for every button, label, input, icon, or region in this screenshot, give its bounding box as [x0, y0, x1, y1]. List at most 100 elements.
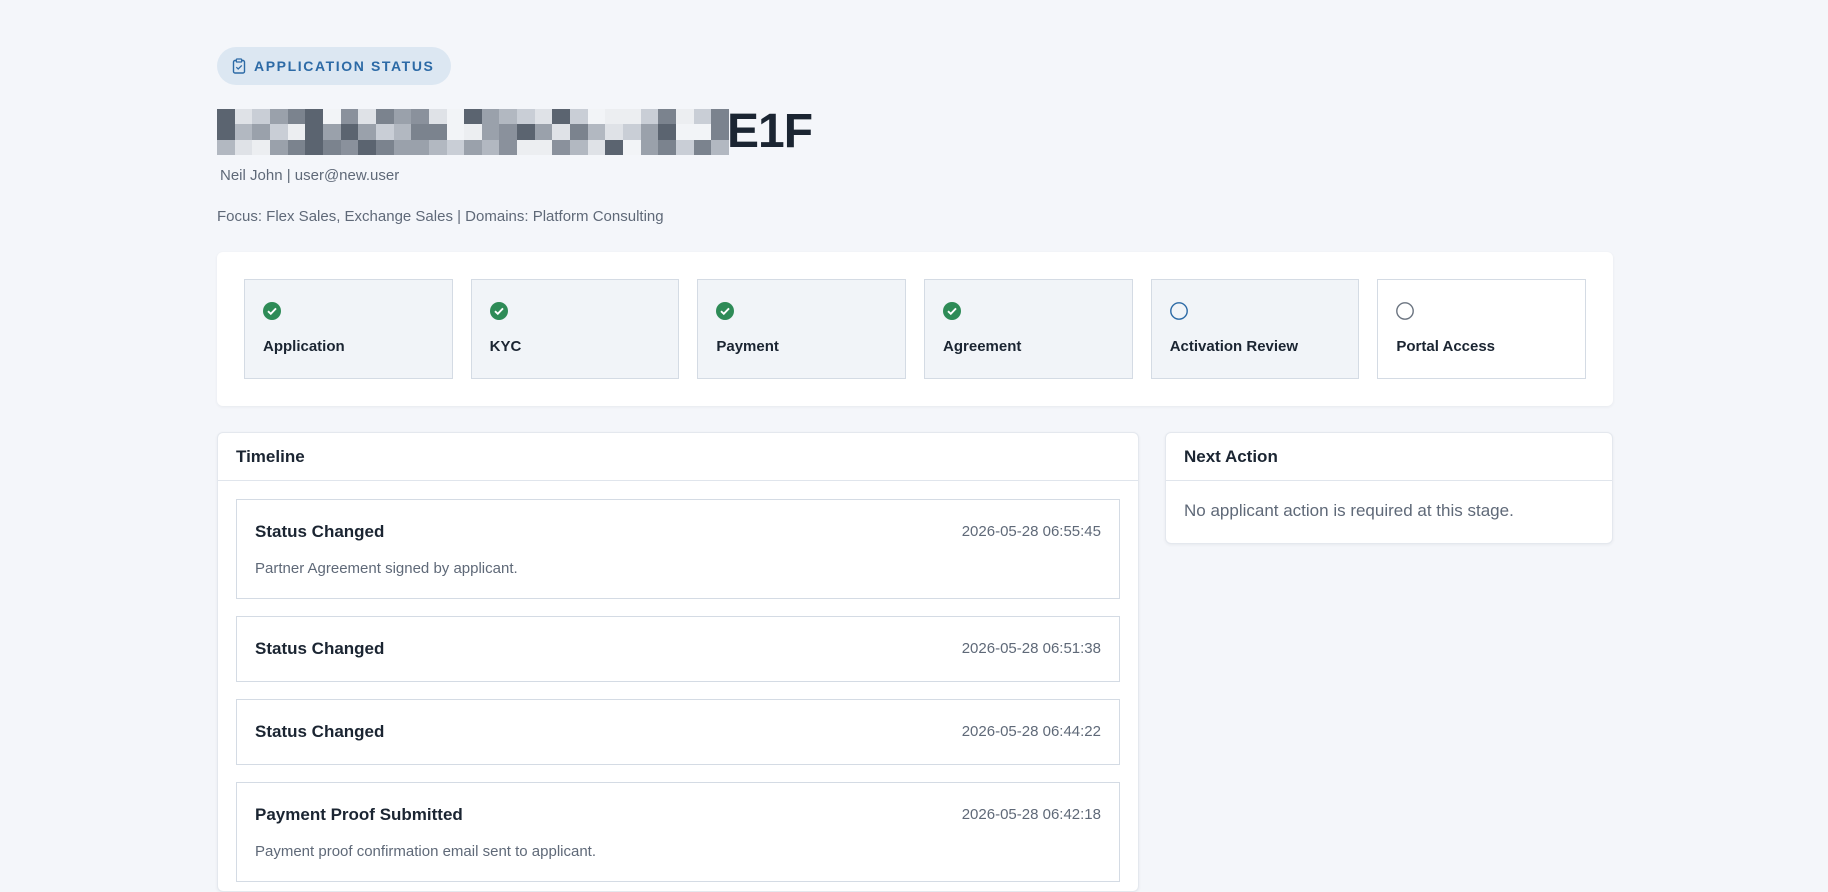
- redaction-pixel: [411, 109, 429, 125]
- page-title: E1F: [217, 105, 1613, 158]
- redaction-pixel: [605, 109, 624, 125]
- redaction-pixel: [570, 109, 588, 125]
- redaction-pixel: [393, 109, 412, 125]
- redaction-pixel: [305, 139, 323, 155]
- redaction-pixel: [693, 109, 712, 125]
- event-timestamp: 2026-05-28 06:55:45: [961, 523, 1101, 540]
- next-action-message: No applicant action is required at this …: [1184, 501, 1514, 520]
- redaction-pixel: [252, 124, 270, 140]
- circle-outline-icon: [1169, 302, 1188, 320]
- redaction-pixel: [393, 139, 412, 155]
- redaction-pixel: [640, 139, 659, 155]
- redaction-pixel: [269, 124, 288, 140]
- step-label: Portal Access: [1396, 338, 1496, 355]
- redaction-pixel: [481, 124, 500, 140]
- step-label: Agreement: [943, 338, 1022, 355]
- redaction-pixel: [287, 139, 306, 155]
- event-title: Status Changed: [255, 722, 385, 741]
- redaction-pixel: [693, 139, 712, 155]
- event-description: Partner Agreement signed by applicant.: [255, 560, 518, 577]
- redaction-pixel: [428, 109, 447, 125]
- redaction-pixel: [234, 139, 253, 155]
- progress-steps: Application KYC Payment Agreement Activation…: [217, 252, 1613, 406]
- badge-label: APPLICATION STATUS: [254, 58, 435, 74]
- event-title: Status Changed: [255, 522, 385, 541]
- timeline-event: Payment Proof Submitted 2026-05-28 06:42:…: [236, 782, 1120, 882]
- next-action-panel: Next Action No applicant action is requi…: [1165, 432, 1613, 544]
- redaction-pixel: [499, 139, 518, 155]
- redaction-pixel: [375, 109, 394, 125]
- redaction-pixel: [676, 124, 694, 140]
- redaction-pixel: [552, 109, 571, 125]
- redaction-pixel: [693, 124, 712, 140]
- redaction-pixel: [587, 109, 606, 125]
- redaction-pixel: [358, 139, 376, 155]
- check-circle-icon: [263, 302, 281, 320]
- clipboard-icon: [232, 58, 246, 74]
- step-application: Application: [244, 279, 453, 379]
- event-title: Payment Proof Submitted: [255, 805, 463, 824]
- event-timestamp: 2026-05-28 06:51:38: [961, 640, 1101, 657]
- event-description: Payment proof confirmation email sent to…: [255, 843, 597, 860]
- redaction-pixel: [287, 109, 306, 125]
- redaction-pixel: [340, 139, 359, 155]
- next-action-title: Next Action: [1166, 433, 1612, 481]
- redaction-pixel: [658, 139, 677, 155]
- redaction-pixel: [428, 139, 447, 155]
- redaction-pixel: [658, 109, 677, 125]
- redaction-pixel: [217, 124, 235, 140]
- redaction-pixel: [552, 124, 571, 140]
- redaction-pixel: [411, 124, 429, 140]
- redaction-pixel: [411, 139, 429, 155]
- redaction-pixel: [322, 124, 341, 140]
- circle-outline-icon: [1396, 302, 1415, 320]
- redaction-pixel: [605, 124, 624, 140]
- redaction-pixel: [517, 109, 535, 125]
- redaction-pixel: [605, 139, 624, 155]
- redaction-pixel: [358, 124, 376, 140]
- timeline-event: Status Changed 2026-05-28 06:55:45 Partner…: [236, 499, 1120, 599]
- redacted-title-block: [217, 109, 729, 155]
- check-circle-icon: [716, 302, 735, 320]
- redaction-pixel: [570, 139, 588, 155]
- redaction-pixel: [623, 124, 641, 140]
- redaction-pixel: [305, 124, 323, 140]
- title-suffix: E1F: [727, 105, 813, 158]
- application-status-badge: APPLICATION STATUS: [217, 47, 452, 85]
- redaction-pixel: [375, 139, 394, 155]
- redaction-pixel: [217, 109, 235, 125]
- redaction-pixel: [217, 139, 235, 155]
- redaction-pixel: [393, 124, 412, 140]
- step-payment: Payment: [697, 279, 907, 379]
- redaction-pixel: [322, 109, 341, 125]
- redaction-pixel: [340, 124, 359, 140]
- redaction-pixel: [252, 109, 270, 125]
- redaction-pixel: [658, 124, 677, 140]
- redaction-pixel: [269, 109, 288, 125]
- redaction-pixel: [269, 139, 288, 155]
- application-status-page: APPLICATION STATUS E1F Neil John | user@…: [217, 47, 1613, 892]
- timeline-list: Status Changed 2026-05-28 06:55:45 Partner…: [218, 481, 1138, 891]
- redaction-pixel: [640, 124, 659, 140]
- redaction-pixel: [517, 139, 535, 155]
- applicant-identity: Neil John | user@new.user: [220, 167, 400, 184]
- redaction-pixel: [252, 139, 270, 155]
- redaction-pixel: [481, 139, 500, 155]
- timeline-panel: Timeline Status Changed 2026-05-28 06:55:…: [217, 432, 1139, 892]
- step-agreement: Agreement: [924, 279, 1133, 379]
- step-kyc: KYC: [470, 279, 680, 379]
- event-timestamp: 2026-05-28 06:44:22: [961, 723, 1101, 740]
- redaction-pixel: [464, 139, 482, 155]
- redaction-pixel: [676, 109, 694, 125]
- redaction-pixel: [499, 124, 518, 140]
- redaction-pixel: [623, 109, 641, 125]
- applicant-focus: Focus: Flex Sales, Exchange Sales | Doma…: [217, 208, 664, 225]
- redaction-pixel: [446, 139, 465, 155]
- timeline-event: Status Changed 2026-05-28 06:51:38: [236, 616, 1120, 682]
- redaction-pixel: [305, 109, 323, 125]
- redaction-pixel: [446, 124, 465, 140]
- step-label: Activation Review: [1169, 338, 1299, 355]
- event-timestamp: 2026-05-28 06:42:18: [961, 806, 1101, 823]
- redaction-pixel: [534, 109, 553, 125]
- redaction-pixel: [287, 124, 306, 140]
